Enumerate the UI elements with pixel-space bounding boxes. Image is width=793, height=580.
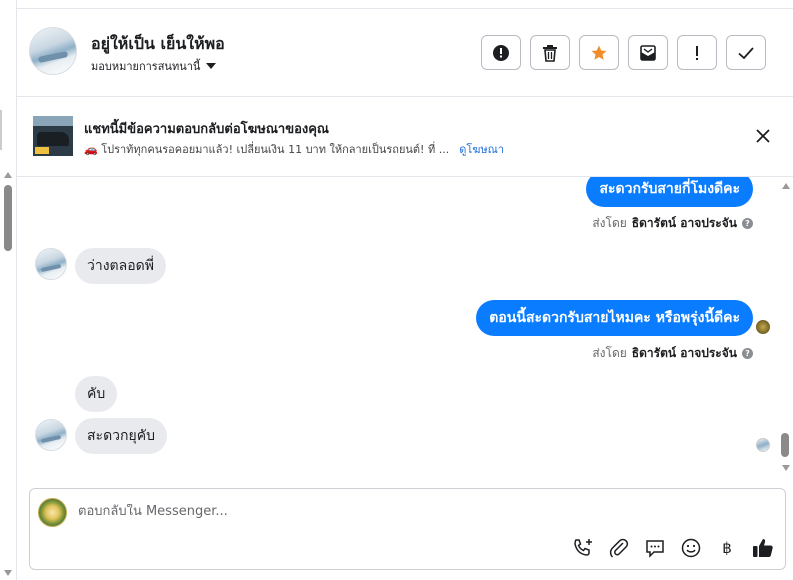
ad-thumbnail-tag xyxy=(35,147,49,154)
delete-button[interactable] xyxy=(530,35,570,70)
checkmark-icon xyxy=(738,46,754,59)
close-icon[interactable] xyxy=(755,128,771,144)
attachment-icon xyxy=(609,538,629,558)
ad-banner-subtitle: 🚗 โปราท้ทุกคนรอคอยมาแล้ว! เปลี่ยนเงิน 11… xyxy=(84,143,450,156)
page-read-receipt-icon xyxy=(756,320,770,334)
sent-by-prefix: ส่งโดย xyxy=(592,346,627,360)
sent-by-label: ส่งโดย ธิดารัตน์ อาจประจัน ? xyxy=(592,344,753,363)
phone-plus-icon xyxy=(574,539,592,556)
incoming-message[interactable]: ว่างตลอดพี่ xyxy=(75,248,166,284)
star-button[interactable] xyxy=(579,35,619,70)
ad-banner-subtitle-row: 🚗 โปราท้ทุกคนรอคอยมาแล้ว! เปลี่ยนเงิน 11… xyxy=(84,140,504,158)
smiley-icon xyxy=(681,538,701,558)
contact-name[interactable]: อยู่ให้เป็น เย็นให้พอ xyxy=(91,32,225,57)
spam-button[interactable] xyxy=(481,35,521,70)
sent-by-name: ธิดารัตน์ อาจประจัน xyxy=(631,216,737,230)
page-avatar[interactable] xyxy=(38,498,67,527)
exclamation-icon xyxy=(696,45,698,60)
contact-avatar[interactable] xyxy=(29,27,77,75)
star-icon xyxy=(591,45,607,60)
outgoing-message[interactable]: สะดวกรับสายกี่โมงดีคะ xyxy=(586,177,753,207)
thread-scrollbar-thumb[interactable] xyxy=(781,433,789,457)
emoji-icon[interactable] xyxy=(679,536,703,560)
view-ad-link[interactable]: ดูโฆษณา xyxy=(459,140,504,158)
scroll-up-arrow-icon[interactable] xyxy=(4,172,12,178)
contact-avatar-small[interactable] xyxy=(35,248,67,280)
incoming-message[interactable]: คับ xyxy=(75,376,118,412)
thread-scrollbar[interactable] xyxy=(777,177,793,483)
ad-thumbnail-car xyxy=(37,132,69,146)
reply-input[interactable] xyxy=(78,504,598,519)
ad-banner-title: แชทนี้มีข้อความตอบกลับต่อโฆษณาของคุณ xyxy=(84,122,329,137)
envelope-icon xyxy=(640,44,656,61)
like-icon xyxy=(753,539,773,557)
follow-up-button[interactable] xyxy=(677,35,717,70)
assign-label: มอบหมายการสนทนานี้ xyxy=(91,60,201,73)
info-icon[interactable]: ? xyxy=(742,218,753,229)
reply-composer: ฿ xyxy=(29,488,786,570)
conversation-actions xyxy=(481,35,766,70)
incoming-message[interactable]: สะดวกยุคับ xyxy=(75,418,167,454)
speech-bubble-icon xyxy=(646,540,664,558)
trash-icon xyxy=(543,44,557,62)
composer-toolbar: ฿ xyxy=(571,536,775,560)
scroll-down-arrow-icon[interactable] xyxy=(4,570,12,576)
call-add-icon[interactable] xyxy=(571,536,595,560)
scroll-up-arrow-icon[interactable] xyxy=(782,183,790,189)
thumbs-up-icon[interactable] xyxy=(751,536,775,560)
conversation-header: อยู่ให้เป็น เย็นให้พอ มอบหมายการสนทนานี้ xyxy=(17,8,793,97)
caret-down-icon xyxy=(206,63,217,69)
saved-reply-icon[interactable] xyxy=(643,536,667,560)
sent-by-label: ส่งโดย ธิดารัตน์ อาจประจัน ? xyxy=(592,214,753,233)
ad-thumbnail[interactable] xyxy=(33,116,73,156)
paperclip-icon[interactable] xyxy=(607,536,631,560)
outgoing-message[interactable]: ตอนนี้สะดวกรับสายไหมคะ หรือพรุ่งนี้ดีคะ xyxy=(476,300,753,336)
sent-by-name: ธิดารัตน์ อาจประจัน xyxy=(631,346,737,360)
alert-circle-icon xyxy=(493,44,509,61)
baht-icon[interactable]: ฿ xyxy=(715,536,739,560)
ad-reply-banner: แชทนี้มีข้อความตอบกลับต่อโฆษณาของคุณ 🚗 โ… xyxy=(17,97,793,177)
message-thread[interactable]: สะดวกรับสายกี่โมงดีคะ ส่งโดย ธิดารัตน์ อ… xyxy=(17,177,777,483)
contact-read-receipt-icon xyxy=(756,438,770,452)
info-icon[interactable]: ? xyxy=(742,348,753,359)
messenger-inbox-view: อยู่ให้เป็น เย็นให้พอ มอบหมายการสนทนานี้ xyxy=(0,0,793,580)
left-scrollbar-thumb[interactable] xyxy=(4,185,12,251)
left-edge-marker xyxy=(0,110,2,150)
left-scrollbar[interactable] xyxy=(0,0,17,580)
scroll-down-arrow-icon[interactable] xyxy=(782,465,790,471)
sent-by-prefix: ส่งโดย xyxy=(592,216,627,230)
mark-unread-button[interactable] xyxy=(628,35,668,70)
assign-conversation-dropdown[interactable]: มอบหมายการสนทนานี้ xyxy=(91,57,217,75)
contact-avatar-small[interactable] xyxy=(35,419,67,451)
mark-done-button[interactable] xyxy=(726,35,766,70)
ad-thumbnail-sky xyxy=(33,116,73,126)
